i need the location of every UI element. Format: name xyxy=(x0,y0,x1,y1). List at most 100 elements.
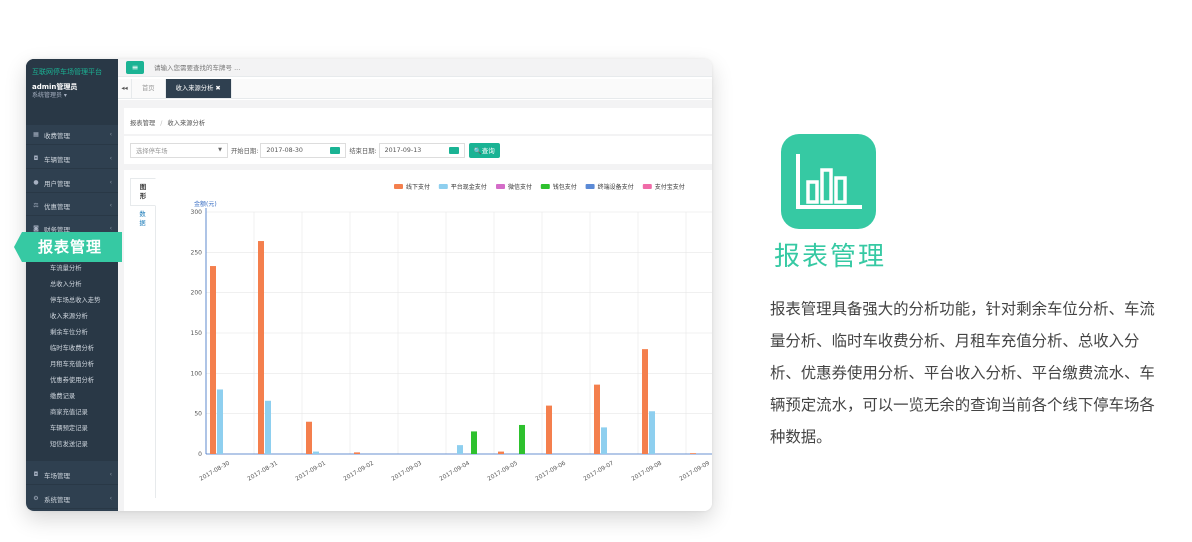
end-date-value: 2017-09-13 xyxy=(384,146,422,154)
sidebar-item-label: 车辆管理 xyxy=(44,155,70,164)
x-tick-label: 2017-09-08 xyxy=(631,460,663,482)
bar xyxy=(354,452,360,454)
bar xyxy=(457,445,463,454)
hamburger-icon: ≡ xyxy=(131,63,139,72)
coupon-icon: ⚖ xyxy=(33,202,39,209)
y-tick-label: 0 xyxy=(198,451,202,458)
bar xyxy=(519,424,525,454)
user-role-dropdown[interactable]: 系统管理员 ▾ xyxy=(32,92,112,100)
bar xyxy=(690,453,696,454)
section-title: 报表管理 xyxy=(774,242,887,272)
submenu-item-total-income[interactable]: 总收入分析 xyxy=(26,277,118,293)
bar xyxy=(217,389,223,454)
y-tick-label: 250 xyxy=(191,249,203,256)
calendar-icon[interactable] xyxy=(448,146,459,154)
submenu-item-remaining-spaces[interactable]: 剩余车位分析 xyxy=(26,325,118,341)
bar xyxy=(210,266,216,454)
chevron-left-icon: ‹ xyxy=(109,179,112,186)
page-tabs: ◂◂ 首页 收入来源分析 ✖ xyxy=(118,79,712,99)
submenu-item-payment-records[interactable]: 缴费记录 xyxy=(26,389,118,405)
bar-chart-app-icon xyxy=(781,134,876,229)
parking-lot-select[interactable]: 选择停车场 ▼ xyxy=(130,142,228,158)
bar xyxy=(306,421,312,454)
bar xyxy=(642,349,648,454)
breadcrumb-separator: / xyxy=(160,120,163,127)
caret-down-icon: ▼ xyxy=(218,147,222,153)
sidebar-item-label: 系统管理 xyxy=(44,495,70,504)
legend-swatch xyxy=(394,184,403,189)
finance-icon: ◙ xyxy=(33,225,39,232)
x-tick-label: 2017-09-02 xyxy=(343,460,375,482)
start-date-field[interactable]: 2017-08-30 xyxy=(260,142,347,158)
breadcrumb-root[interactable]: 报表管理 xyxy=(130,120,155,127)
start-date-value: 2017-08-30 xyxy=(266,146,303,154)
tab-home[interactable]: 首页 xyxy=(132,79,166,98)
bar xyxy=(471,431,477,454)
end-date-label: 结束日期: xyxy=(349,147,377,155)
tab-income-source[interactable]: 收入来源分析 ✖ xyxy=(165,79,232,98)
chevron-left-icon: ‹ xyxy=(109,155,112,162)
parking-lot-select-value: 选择停车场 xyxy=(136,147,168,155)
x-tick-label: 2017-08-30 xyxy=(199,460,231,482)
tab-graph-view[interactable]: 图形 xyxy=(130,178,156,206)
x-tick-label: 2017-09-07 xyxy=(583,460,615,482)
breadcrumb: 报表管理 / 收入来源分析 xyxy=(124,108,712,134)
x-tick-label: 2017-09-05 xyxy=(487,460,519,482)
x-tick-label: 2017-09-04 xyxy=(439,460,471,482)
y-axis-label: 金额(元) xyxy=(194,200,217,208)
end-date-field[interactable]: 2017-09-13 xyxy=(378,142,465,158)
legend-label: 平台现金支付 xyxy=(451,183,487,191)
plate-search-input[interactable] xyxy=(154,60,454,75)
bar xyxy=(601,427,607,454)
gears-icon: ⚙ xyxy=(33,495,39,502)
sidebar-item-user[interactable]: ● 用户管理 ‹ xyxy=(26,173,118,193)
sidebar-item-system[interactable]: ⚙ 系统管理 ‹ xyxy=(26,489,118,509)
sidebar-item-vehicle[interactable]: ◘ 车辆管理 ‹ xyxy=(26,149,118,169)
legend-swatch xyxy=(540,184,550,189)
chevron-left-icon: ‹ xyxy=(109,202,112,209)
legend-label: 微信支付 xyxy=(508,183,532,191)
submenu-item-income-source[interactable]: 收入来源分析 xyxy=(26,309,118,325)
submenu-item-reservation-records[interactable]: 车辆预定记录 xyxy=(26,421,118,437)
submenu-item-sms-records[interactable]: 短信发送记录 xyxy=(26,437,118,453)
submenu-item-monthly-recharge[interactable]: 月租车充值分析 xyxy=(26,357,118,373)
legend-label: 支付宝支付 xyxy=(655,183,685,191)
bar xyxy=(546,405,552,454)
y-tick-label: 50 xyxy=(194,411,202,418)
top-bar: ≡ xyxy=(118,59,712,77)
tab-data-view[interactable]: 数据 xyxy=(130,206,155,232)
legend-swatch xyxy=(642,184,652,189)
bar xyxy=(258,241,264,454)
legend-swatch xyxy=(585,184,595,189)
income-source-chart: 0 50 100 150 200 250 300金额(元) 2017-08-30 2017-08… xyxy=(191,183,712,483)
x-tick-label: 2017-09-03 xyxy=(391,460,423,482)
submenu-item-coupon-usage[interactable]: 优惠券使用分析 xyxy=(26,373,118,389)
breadcrumb-current: 收入来源分析 xyxy=(167,120,206,127)
legend-label: 钱包支付 xyxy=(553,183,577,191)
menu-toggle-button[interactable]: ≡ xyxy=(126,61,144,74)
chevron-left-icon: ‹ xyxy=(109,225,112,232)
submenu-item-merchant-recharge[interactable]: 商家充值记录 xyxy=(26,405,118,421)
main-content: 报表管理 / 收入来源分析 选择停车场 ▼ 开始日期: 2017-08-30 结… xyxy=(118,100,712,511)
x-tick-label: 2017-08-31 xyxy=(247,460,279,482)
submenu-item-temp-charge[interactable]: 临时车收费分析 xyxy=(26,341,118,357)
calendar-icon[interactable] xyxy=(330,146,341,154)
sidebar-item-parking-lot[interactable]: ◘ 车场管理 ‹ xyxy=(26,465,118,485)
chart-view-tabs: 图形 数据 xyxy=(130,178,156,498)
sidebar-item-label: 车场管理 xyxy=(44,471,70,480)
submenu-item-traffic[interactable]: 车流量分析 xyxy=(26,261,118,277)
sidebar-item-charge[interactable]: ▦ 收费管理 ‹ xyxy=(26,125,118,145)
sidebar-brand: 互联网停车场管理平台 admin管理员 系统管理员 ▾ xyxy=(26,59,118,125)
bar xyxy=(265,400,271,454)
user-name[interactable]: admin管理员 xyxy=(32,83,112,92)
report-management-ribbon: 报表管理 xyxy=(14,232,122,262)
y-tick-label: 300 xyxy=(191,209,203,216)
sidebar-item-discount[interactable]: ⚖ 优惠管理 ‹ xyxy=(26,196,118,216)
legend-label: 终端设备支付 xyxy=(598,183,634,191)
sidebar-item-label: 收费管理 xyxy=(44,131,70,140)
query-button[interactable]: 🔍查询 xyxy=(468,142,500,158)
tab-scroll-left-button[interactable]: ◂◂ xyxy=(118,79,132,98)
bar xyxy=(313,451,319,454)
submenu-item-income-trend[interactable]: 停车场总收入走势 xyxy=(26,293,118,309)
grid-icon: ▦ xyxy=(33,131,39,138)
